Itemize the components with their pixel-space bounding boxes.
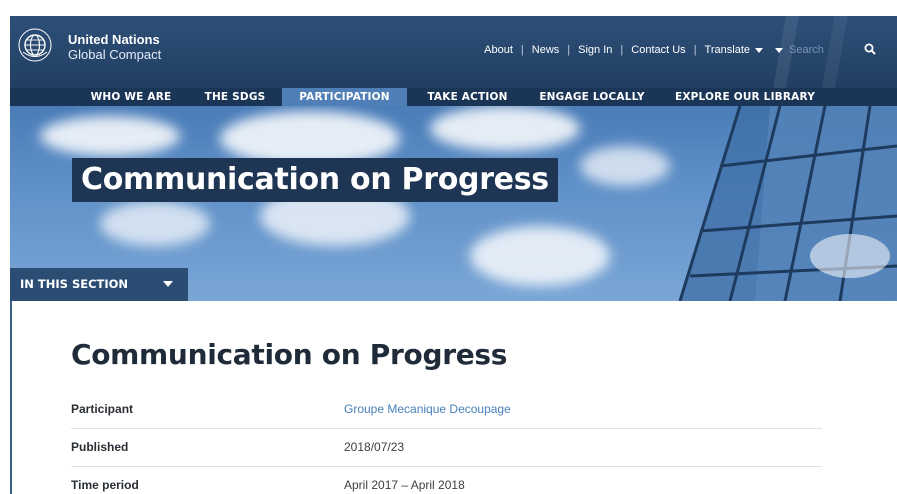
nav-item-engage-locally[interactable]: ENGAGE LOCALLY bbox=[532, 88, 652, 106]
search-scope-dropdown-icon[interactable] bbox=[775, 47, 783, 53]
cloud-shape bbox=[430, 106, 580, 151]
participant-link[interactable]: Groupe Mecanique Decoupage bbox=[344, 402, 511, 416]
separator: | bbox=[693, 44, 697, 56]
content-left-border bbox=[10, 301, 12, 494]
search-input[interactable] bbox=[789, 42, 849, 58]
cloud-shape bbox=[100, 201, 210, 246]
brand-line-1: United Nations bbox=[68, 32, 160, 47]
section-toggle-label: IN THIS SECTION bbox=[20, 277, 129, 291]
detail-label: Published bbox=[71, 440, 129, 454]
glass-building-graphic bbox=[678, 106, 897, 301]
news-link[interactable]: News bbox=[532, 44, 560, 56]
about-link[interactable]: About bbox=[484, 44, 513, 56]
translate-label: Translate bbox=[704, 44, 750, 56]
nav-item-take-action[interactable]: TAKE ACTION bbox=[420, 88, 515, 106]
detail-row-time-period: Time period April 2017 – April 2018 bbox=[71, 467, 822, 494]
un-global-compact-logo-icon[interactable] bbox=[18, 28, 52, 62]
translate-dropdown[interactable]: Translate bbox=[705, 44, 763, 56]
separator: | bbox=[520, 44, 524, 56]
chevron-down-icon bbox=[755, 47, 763, 53]
cloud-shape bbox=[470, 226, 610, 286]
page-title: Communication on Progress bbox=[71, 338, 508, 371]
nav-item-who-we-are[interactable]: WHO WE ARE bbox=[86, 88, 176, 106]
time-period-value: April 2017 – April 2018 bbox=[344, 478, 465, 492]
contact-us-link[interactable]: Contact Us bbox=[631, 44, 685, 56]
utility-nav: About | News | Sign In | Contact Us | Tr… bbox=[484, 42, 877, 58]
nav-item-the-sdgs[interactable]: THE SDGS bbox=[200, 88, 270, 106]
main-nav: WHO WE ARE THE SDGS PARTICIPATION TAKE A… bbox=[10, 88, 897, 106]
brand-name[interactable]: United Nations Global Compact bbox=[68, 32, 161, 62]
cop-details-table: Participant Groupe Mecanique Decoupage P… bbox=[71, 391, 822, 494]
sign-in-link[interactable]: Sign In bbox=[578, 44, 612, 56]
cloud-shape bbox=[40, 116, 180, 156]
chevron-down-icon bbox=[163, 281, 173, 287]
detail-row-participant: Participant Groupe Mecanique Decoupage bbox=[71, 391, 822, 429]
detail-label: Time period bbox=[71, 478, 139, 492]
nav-item-participation[interactable]: PARTICIPATION bbox=[282, 88, 407, 106]
nav-item-explore-our-library[interactable]: EXPLORE OUR LIBRARY bbox=[664, 88, 826, 106]
separator: | bbox=[620, 44, 624, 56]
separator: | bbox=[567, 44, 571, 56]
published-date: 2018/07/23 bbox=[344, 440, 405, 454]
cloud-shape bbox=[580, 146, 670, 186]
brand-line-2: Global Compact bbox=[68, 47, 162, 62]
search-button[interactable] bbox=[863, 43, 877, 57]
hero-title-box: Communication on Progress bbox=[72, 158, 558, 202]
in-this-section-toggle[interactable]: IN THIS SECTION bbox=[10, 268, 188, 301]
detail-row-published: Published 2018/07/23 bbox=[71, 429, 822, 467]
hero-title: Communication on Progress bbox=[81, 162, 549, 197]
search-icon bbox=[864, 43, 876, 55]
site-header: United Nations Global Compact About | Ne… bbox=[10, 16, 897, 88]
detail-label: Participant bbox=[71, 402, 134, 416]
search-box bbox=[775, 42, 877, 58]
